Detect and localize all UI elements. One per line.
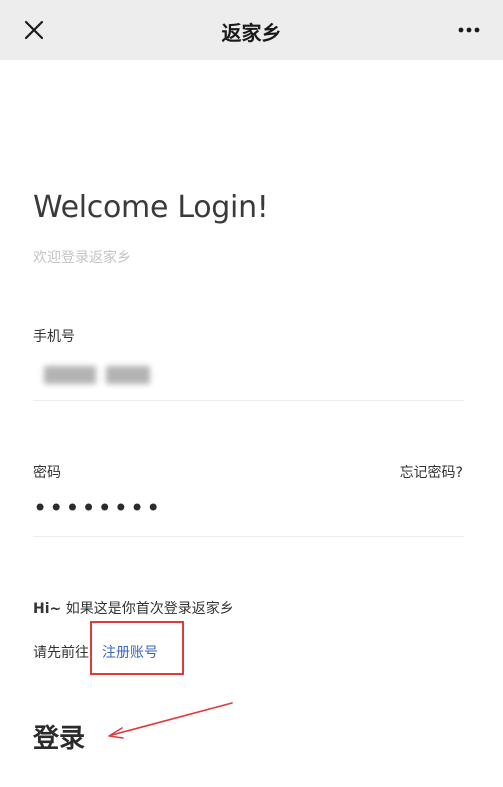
hint-greeting: Hi~ <box>33 601 62 617</box>
page-title: 返家乡 <box>221 21 282 45</box>
password-field[interactable] <box>33 492 453 524</box>
password-divider <box>33 536 464 537</box>
register-account-link[interactable]: 注册账号 <box>102 642 158 662</box>
navigation-bar: 返家乡 <box>0 0 503 60</box>
goto-prompt: 请先前往 <box>33 645 89 661</box>
password-label: 密码 <box>33 465 61 481</box>
first-login-hint: Hi~ 如果这是你首次登录返家乡 <box>33 598 234 618</box>
phone-input[interactable] <box>30 356 170 394</box>
welcome-subtitle: 欢迎登录返家乡 <box>33 250 131 266</box>
redacted-phone-part <box>44 366 96 384</box>
login-button[interactable]: 登录 <box>33 718 85 755</box>
phone-label: 手机号 <box>33 329 75 345</box>
hint-text: 如果这是你首次登录返家乡 <box>61 601 234 617</box>
welcome-title: Welcome Login! <box>33 190 269 225</box>
phone-divider <box>33 400 464 401</box>
more-dots-icon[interactable] <box>453 14 485 46</box>
annotation-arrow-icon <box>108 702 233 739</box>
close-icon[interactable] <box>18 14 50 46</box>
forgot-password-link[interactable]: 忘记密码? <box>400 462 463 482</box>
redacted-phone-part <box>106 366 150 384</box>
